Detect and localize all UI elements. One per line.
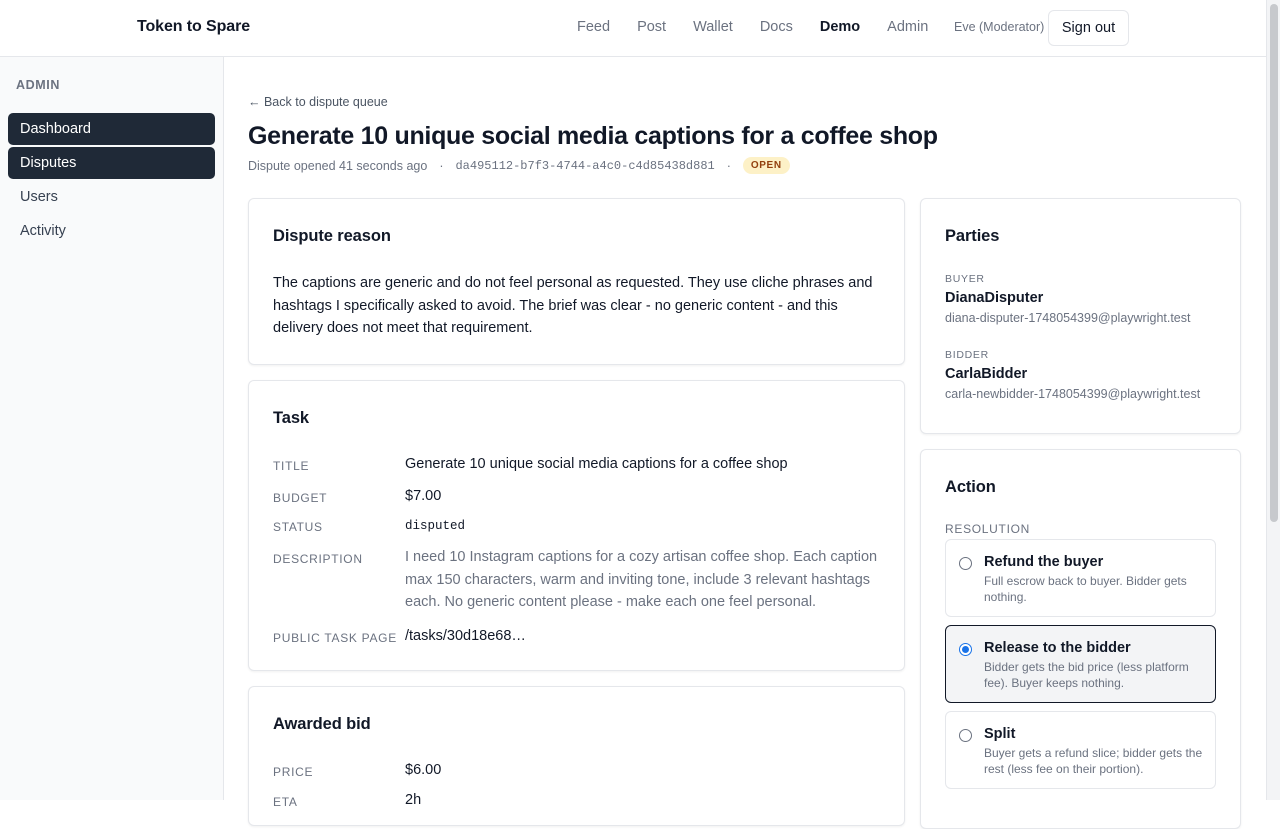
back-to-dispute-queue-link[interactable]: ← Back to dispute queue [248,95,388,109]
option-title: Refund the buyer [984,554,1104,570]
radio-refund[interactable] [959,557,972,570]
page-scrollbar[interactable] [1266,0,1280,800]
main-nav: Feed Post Wallet Docs Demo Admin [577,19,955,35]
task-description-label: DESCRIPTION [273,552,363,566]
status-badge: OPEN [742,157,790,174]
dispute-meta: Dispute opened 41 seconds ago · da495112… [248,157,790,174]
awarded-bid-card: Awarded bid PRICE $6.00 ETA 2h [248,686,905,826]
buyer-label: BUYER [945,273,985,285]
card-title: Parties [945,227,1000,245]
meta-separator: · [439,158,444,173]
bid-eta-label: ETA [273,795,298,809]
resolution-option-split[interactable]: Split Buyer gets a refund slice; bidder … [945,711,1216,789]
option-title: Split [984,726,1016,742]
sidebar-item-users[interactable]: Users [8,181,215,213]
top-navigation-bar: Token to Spare Feed Post Wallet Docs Dem… [0,0,1266,57]
sidebar-item-disputes[interactable]: Disputes [8,147,215,179]
current-user-label: Eve (Moderator) [954,20,1045,34]
bid-price-label: PRICE [273,765,314,779]
sidebar-item-dashboard[interactable]: Dashboard [8,113,215,145]
task-public-page-link[interactable]: /tasks/30d18e68… [405,628,526,644]
dispute-reason-card: Dispute reason The captions are generic … [248,198,905,365]
sidebar-item-activity[interactable]: Activity [8,215,215,247]
card-title: Dispute reason [273,227,391,245]
task-status-label: STATUS [273,520,323,534]
nav-wallet[interactable]: Wallet [693,19,733,35]
resolution-option-refund[interactable]: Refund the buyer Full escrow back to buy… [945,539,1216,617]
option-description: Full escrow back to buyer. Bidder gets n… [984,574,1187,604]
resolution-option-release[interactable]: Release to the bidder Bidder gets the bi… [945,625,1216,703]
task-public-page-label: PUBLIC TASK PAGE [273,631,397,645]
buyer-email: diana-disputer-1748054399@playwright.tes… [945,311,1191,325]
nav-post[interactable]: Post [637,19,666,35]
nav-docs[interactable]: Docs [760,19,793,35]
brand-logo[interactable]: Token to Spare [137,18,250,36]
card-title: Action [945,478,996,496]
dispute-reason-text: The captions are generic and do not feel… [273,275,873,336]
option-title: Release to the bidder [984,640,1131,656]
radio-split[interactable] [959,729,972,742]
bid-price-value: $6.00 [405,762,442,778]
dispute-opened-time: Dispute opened 41 seconds ago [248,158,428,173]
card-title: Task [273,409,309,427]
task-title-value: Generate 10 unique social media captions… [405,456,788,472]
scrollbar-thumb[interactable] [1270,4,1278,522]
sign-out-button[interactable]: Sign out [1048,10,1129,46]
bidder-name: CarlaBidder [945,366,1028,382]
task-status-value: disputed [405,519,466,533]
dispute-id: da495112-b7f3-4744-a4c0-c4d85438d881 [455,158,715,173]
bidder-label: BIDDER [945,349,989,361]
buyer-name: DianaDisputer [945,290,1044,306]
sidebar-heading: ADMIN [16,78,60,92]
task-description-value: I need 10 Instagram captions for a cozy … [405,549,878,610]
nav-demo[interactable]: Demo [820,19,860,35]
parties-card: Parties BUYER DianaDisputer diana-disput… [920,198,1241,434]
nav-admin[interactable]: Admin [887,19,928,35]
nav-feed[interactable]: Feed [577,19,610,35]
page-title: Generate 10 unique social media captions… [248,122,938,150]
radio-release[interactable] [959,643,972,656]
task-budget-label: BUDGET [273,491,328,505]
card-title: Awarded bid [273,715,371,733]
bidder-email: carla-newbidder-1748054399@playwright.te… [945,387,1201,401]
resolution-label: RESOLUTION [945,522,1031,536]
task-title-label: TITLE [273,459,310,473]
action-card: Action RESOLUTION Refund the buyer Full … [920,449,1241,829]
admin-sidebar: ADMIN Dashboard Disputes Users Activity [0,57,224,800]
bid-eta-value: 2h [405,792,422,808]
meta-separator: · [726,158,731,173]
task-card: Task TITLE Generate 10 unique social med… [248,380,905,671]
option-description: Buyer gets a refund slice; bidder gets t… [984,746,1203,776]
task-budget-value: $7.00 [405,488,442,504]
option-description: Bidder gets the bid price (less platform… [984,660,1189,690]
